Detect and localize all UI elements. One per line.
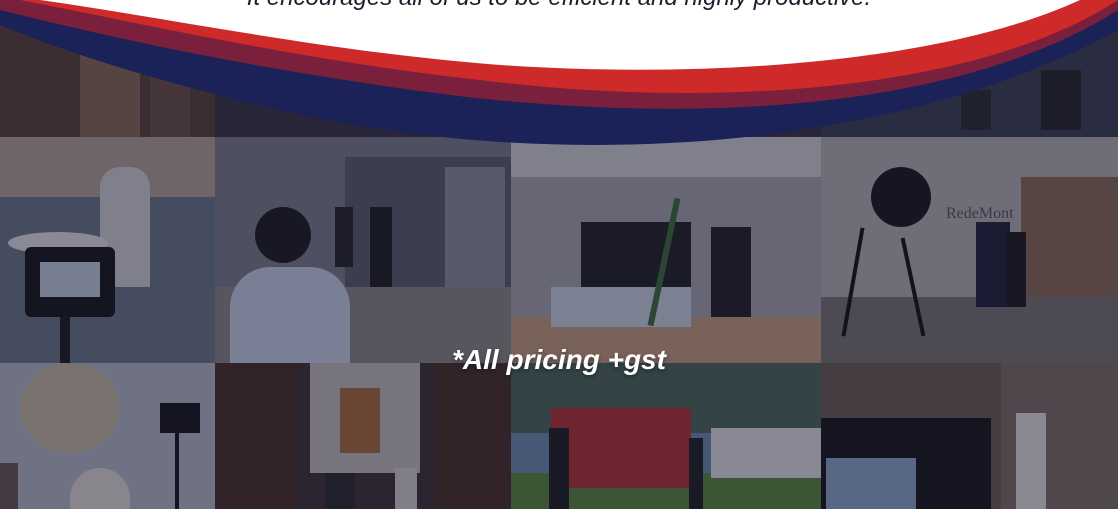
photo-camera-presenter [821, 363, 1118, 509]
photo-interview-desk [0, 137, 215, 363]
pricing-note: *All pricing +gst [452, 344, 666, 375]
photo-office-lobby-group [511, 137, 821, 363]
banner-wave [0, 0, 1118, 145]
testimonial-quote: It encourages all of us to be efficient … [0, 0, 1118, 12]
office-sign-text: RedeMont [946, 205, 1014, 222]
photo-podcast-setup [0, 363, 215, 509]
photo-panel-discussion [215, 363, 511, 509]
photo-street-filming [215, 137, 511, 363]
photo-redemont-office: RedeMont [821, 137, 1118, 363]
photo-outdoor-food-trailer [511, 363, 821, 509]
